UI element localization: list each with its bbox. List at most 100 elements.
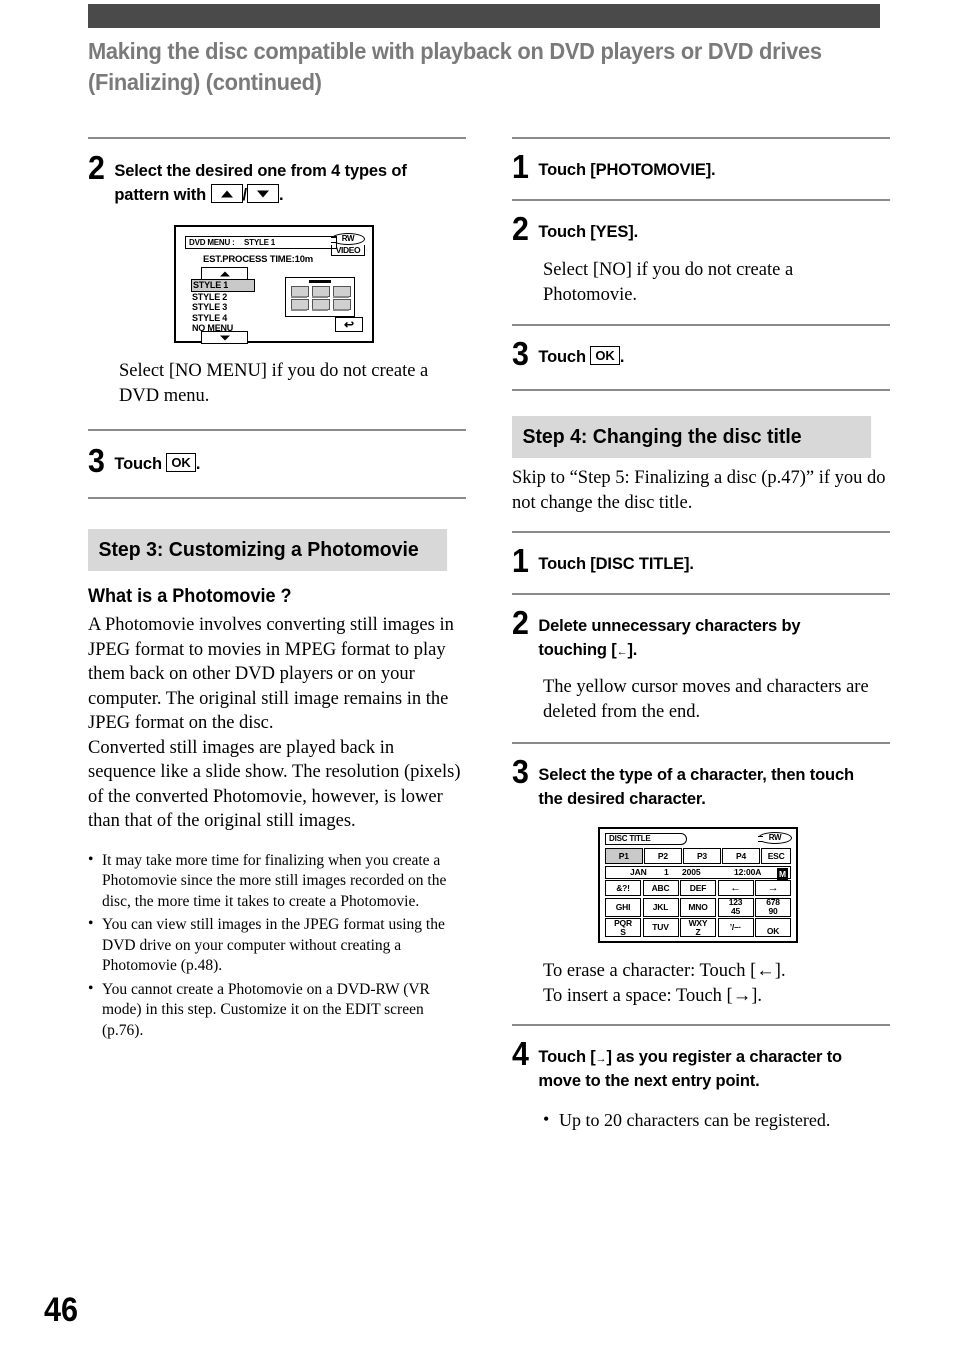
key-tuv[interactable]: TUV: [642, 918, 679, 937]
divider: [512, 593, 890, 595]
sub-heading-what-is-photomovie: What is a Photomovie ?: [88, 586, 292, 607]
step-3-text-after: .: [619, 348, 625, 366]
style-item-1[interactable]: STYLE 1: [191, 279, 255, 292]
style-item-4[interactable]: STYLE 4: [192, 313, 255, 324]
page-title: Making the disc compatible with playback…: [88, 38, 822, 95]
step-1-right: 1 Touch [PHOTOMOVIE].: [512, 150, 890, 183]
tab-p3[interactable]: P3: [683, 848, 721, 864]
divider: [512, 324, 890, 326]
step-number: 2: [512, 210, 529, 247]
style-item-2[interactable]: STYLE 2: [192, 292, 255, 303]
step-number: 1: [512, 542, 529, 579]
scroll-down-button[interactable]: [201, 331, 248, 344]
tab-p1[interactable]: P1: [605, 848, 643, 864]
preview-thumb-label: [312, 309, 328, 311]
list-item: It may take more time for finalizing whe…: [88, 850, 464, 913]
text-cursor: M: [777, 867, 788, 880]
date-time: 12:00A: [734, 867, 762, 877]
ok-key-icon: OK: [166, 453, 196, 472]
est-process-time: EST.PROCESS TIME:10m: [203, 254, 314, 265]
key-abc[interactable]: ABC: [642, 880, 679, 896]
key-ghi[interactable]: GHI: [605, 897, 641, 917]
keyboard-row-2: GHI JKL MNO 123 45 678 90: [605, 897, 791, 917]
preview-title-bar: [309, 280, 331, 283]
list-item: You can view still images in the JPEG fo…: [88, 914, 464, 977]
key-mno[interactable]: MNO: [680, 897, 716, 917]
step4-intro: Skip to “Step 5: Finalizing a disc (p.47…: [512, 468, 886, 513]
key-symbols[interactable]: &?!: [605, 880, 641, 896]
key-wxyz[interactable]: WXY Z: [680, 918, 716, 937]
step-number: 2: [512, 604, 529, 641]
key-right-arrow-icon[interactable]: →: [755, 880, 791, 896]
step-number: 3: [512, 753, 529, 790]
disc-mode-label: VIDEO: [331, 245, 365, 256]
paragraph-2: Converted still images are played back i…: [88, 737, 461, 832]
paragraph-1: A Photomovie involves converting still i…: [88, 615, 454, 733]
preview-thumb-label: [333, 309, 349, 311]
step-2-text: Touch [YES].: [538, 223, 639, 241]
ok-button[interactable]: OK: [755, 918, 791, 937]
date-month: JAN: [630, 867, 647, 877]
keyboard-tab-row: P1 P2 P3 P4 ESC: [605, 848, 791, 864]
step-4-4-text-before: Touch [: [538, 1048, 596, 1066]
esc-button[interactable]: ESC: [761, 848, 791, 864]
disc-type-badge: RW VIDEO: [331, 233, 365, 256]
down-arrow-key-icon: [246, 184, 279, 203]
erase-instruction: To erase a character: Touch [←].: [543, 961, 786, 981]
step-3-right: 3 Touch OK.: [512, 337, 890, 370]
key-def[interactable]: DEF: [680, 880, 716, 896]
dvd-menu-value: STYLE 1: [244, 238, 276, 247]
left-arrow-icon: ←: [616, 646, 628, 658]
step-2-text-after: .: [278, 186, 284, 204]
disc-title-field[interactable]: DISC TITLE: [605, 833, 687, 845]
divider: [88, 137, 466, 139]
note-after-step-2: Select [NO MENU] if you do not create a …: [119, 361, 429, 406]
step-4-2-text-before: Delete unnecessary characters by touchin…: [538, 617, 801, 659]
list-item: Up to 20 characters can be registered.: [543, 1108, 889, 1132]
divider: [512, 742, 890, 744]
divider: [512, 137, 890, 139]
step-number: 3: [512, 335, 529, 372]
step-4-3-text: Select the type of a character, then tou…: [538, 766, 854, 808]
step-4-1: 1 Touch [DISC TITLE].: [512, 544, 890, 577]
step-number: 4: [512, 1035, 529, 1072]
tab-p2[interactable]: P2: [644, 848, 682, 864]
list-item: You cannot create a Photomovie on a DVD-…: [88, 979, 464, 1042]
preview-thumb-label: [312, 296, 328, 298]
dvd-menu-screen-illustration: DVD MENU : STYLE 1 RW VIDEO EST.PROCESS …: [174, 225, 374, 344]
disc-title-screen-illustration: DISC TITLE RW P1 P2 P3 P4 ESC JAN 1 2005…: [598, 827, 798, 943]
style-list: STYLE 1 STYLE 2 STYLE 3 STYLE 4 NO MENU: [191, 279, 255, 334]
style-preview-panel: [285, 277, 355, 317]
dvd-menu-label: DVD MENU :: [189, 238, 235, 247]
return-button[interactable]: [335, 317, 363, 332]
preview-thumb-label: [291, 296, 307, 298]
date-time-bar[interactable]: JAN 1 2005 12:00A M: [605, 865, 791, 880]
up-arrow-key-icon: [210, 184, 243, 203]
section-heading-step4: Step 4: Changing the disc title: [512, 416, 872, 458]
note-after-step-2-right: Select [NO] if you do not create a Photo…: [543, 260, 794, 305]
note-after-step-4-2: The yellow cursor moves and characters a…: [543, 677, 869, 722]
right-column: 1 Touch [PHOTOMOVIE]. 2 Touch [YES]. Sel…: [512, 137, 890, 1135]
key-punctuation[interactable]: ’/–·: [717, 918, 754, 937]
character-keyboard: P1 P2 P3 P4 ESC JAN 1 2005 12:00A M &?! …: [605, 848, 791, 939]
key-12345[interactable]: 123 45: [717, 897, 754, 917]
step-4-2-text-after: ].: [627, 641, 638, 659]
step-4-3: 3 Select the type of a character, then t…: [512, 755, 890, 811]
style-item-3[interactable]: STYLE 3: [192, 302, 255, 313]
step-4-2: 2 Delete unnecessary characters by touch…: [512, 606, 890, 662]
tab-p4[interactable]: P4: [722, 848, 760, 864]
section-heading-step3: Step 3: Customizing a Photomovie: [88, 529, 448, 571]
divider: [512, 389, 890, 391]
divider: [512, 531, 890, 533]
key-left-arrow-icon[interactable]: ←: [717, 880, 754, 896]
key-67890[interactable]: 678 90: [755, 897, 791, 917]
step-4-4: 4 Touch [→] as you register a character …: [512, 1037, 890, 1093]
divider: [88, 497, 466, 499]
key-jkl[interactable]: JKL: [642, 897, 679, 917]
step-number: 2: [88, 149, 105, 186]
key-pqrs[interactable]: PQR S: [605, 918, 641, 937]
date-year: 2005: [682, 867, 701, 877]
right-bullet-list: Up to 20 characters can be registered.: [543, 1108, 889, 1132]
step-number: 3: [88, 442, 105, 479]
left-bullet-list: It may take more time for finalizing whe…: [88, 850, 464, 1042]
